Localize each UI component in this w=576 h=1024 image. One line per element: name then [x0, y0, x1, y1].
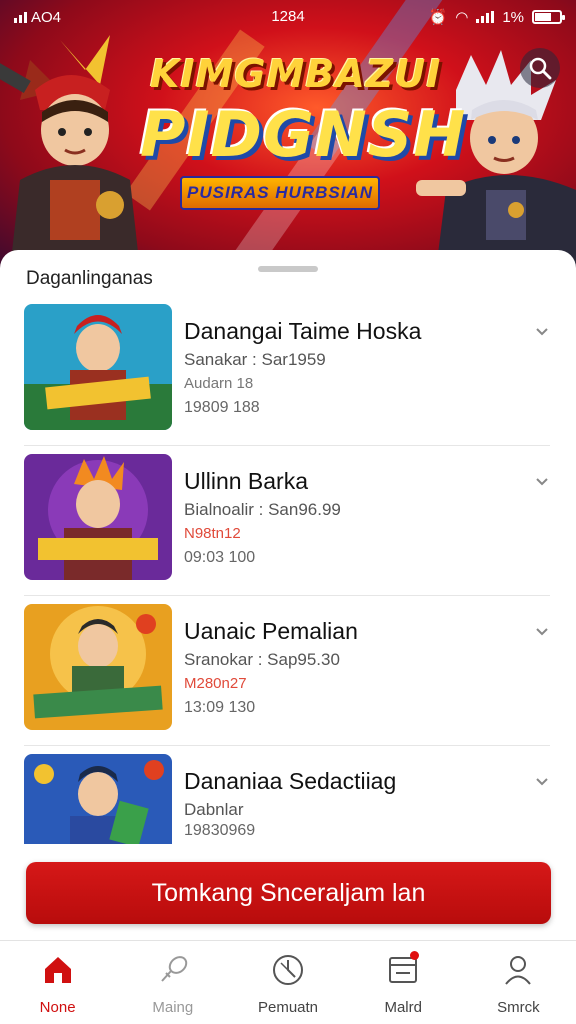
item-title: Dananiaa Sedactiiag	[184, 768, 397, 794]
game-list: Danangai Taime Hoska Sanakar : Sar1959 A…	[0, 296, 576, 844]
battery-icon	[532, 10, 565, 24]
rocket-icon	[161, 956, 188, 982]
window-icon-wrap	[386, 951, 420, 987]
nav-item-profile[interactable]: Smrck	[461, 941, 576, 1024]
list-item[interactable]: Danangai Taime Hoska Sanakar : Sar1959 A…	[24, 296, 550, 446]
search-icon	[529, 57, 552, 80]
item-title: Ullinn Barka	[184, 468, 308, 494]
list-item[interactable]: Dananiaa Sedactiiag Dabnlar 19830969	[24, 746, 550, 844]
bottom-navigation: None Maing Pemuatn Malrd Smrck	[0, 940, 576, 1024]
banner-title-top: KIMGMBAZUI	[150, 52, 442, 96]
nav-label: Maing	[152, 999, 194, 1016]
nav-item-window[interactable]: Malrd	[346, 941, 461, 1024]
compass-icon	[273, 955, 303, 985]
nav-item-compass[interactable]: Pemuatn	[230, 941, 345, 1024]
nav-label: Smrck	[497, 999, 540, 1016]
chevron-down-icon[interactable]	[534, 624, 550, 640]
hero-warrior-illustration	[0, 35, 140, 270]
item-detail: 13:09 130	[184, 699, 256, 716]
item-detail: 09:03 100	[184, 549, 256, 566]
item-title: Danangai Taime Hoska	[184, 318, 422, 344]
chevron-down-icon[interactable]	[534, 774, 550, 790]
list-item[interactable]: Uanaic Pemalian Sranokar : Sap95.30 M280…	[24, 596, 550, 746]
nav-label: Pemuatn	[257, 999, 319, 1016]
item-meta: Bialnoalir : San96.99	[184, 500, 341, 519]
search-button[interactable]	[520, 48, 560, 88]
game-thumbnail	[24, 754, 172, 844]
nav-item-rocket[interactable]: Maing	[115, 941, 230, 1024]
item-meta: Sanakar : Sar1959	[184, 350, 326, 369]
chevron-down-icon[interactable]	[534, 324, 550, 340]
item-detail: 19809 188	[184, 399, 260, 416]
item-tag: M280n27	[184, 675, 247, 692]
item-meta: Dabnlar	[184, 800, 244, 819]
item-title: Uanaic Pemalian	[184, 618, 358, 644]
section-title: Daganlinganas	[26, 268, 153, 289]
nav-label: None	[39, 999, 76, 1016]
promo-banner[interactable]: KIMGMBAZUI PIDGNSH PUSIRAS HURBSIAN	[0, 0, 576, 270]
status-bar: AO4 1284 ⏰ ◠ 1%	[0, 0, 576, 34]
chevron-down-icon[interactable]	[534, 474, 550, 490]
banner-title-main: PIDGNSH	[140, 98, 467, 171]
banner-subtitle: PUSIRAS HURBSIAN	[180, 176, 380, 210]
list-item[interactable]: Ullinn Barka Bialnoalir : San96.99 N98tn…	[24, 446, 550, 596]
item-detail: 19830969	[184, 822, 256, 839]
item-tag: N98tn12	[184, 525, 241, 542]
clock: 1284	[271, 8, 305, 25]
item-meta: Sranokar : Sap95.30	[184, 650, 340, 669]
game-thumbnail	[24, 604, 172, 730]
item-tag: Audarn 18	[184, 375, 254, 392]
drag-handle[interactable]	[258, 266, 318, 272]
game-thumbnail	[24, 304, 172, 430]
primary-action-button[interactable]: Tomkang Snceraljam lan	[26, 862, 551, 924]
game-thumbnail	[24, 454, 172, 580]
nav-item-home[interactable]: None	[0, 941, 115, 1024]
person-icon	[505, 956, 532, 985]
home-icon	[44, 957, 71, 983]
nav-label: Malrd	[384, 999, 422, 1016]
